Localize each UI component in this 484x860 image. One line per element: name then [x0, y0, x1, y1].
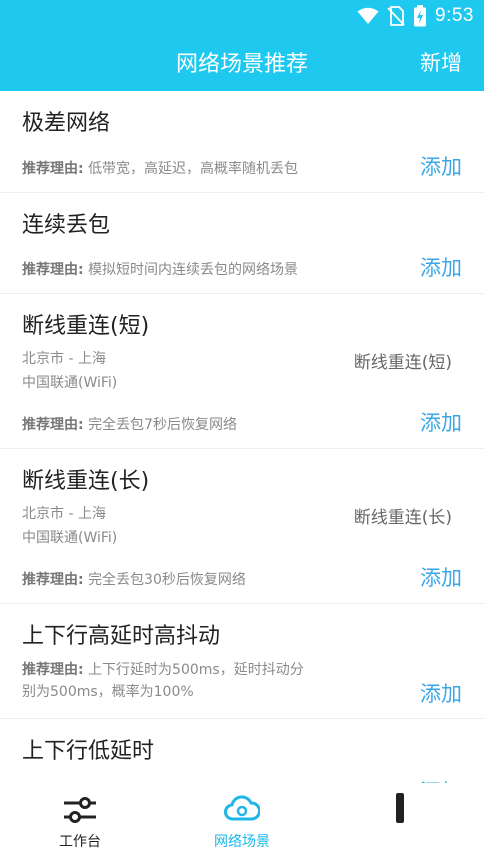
scenario-card: 上下行低延时 添加: [0, 719, 484, 783]
reason-label: 推荐理由:: [22, 262, 84, 278]
route-location: 北京市 - 上海: [22, 351, 106, 367]
scenario-reason: 推荐理由: 完全丢包7秒后恢复网络: [22, 414, 237, 436]
tab-workbench[interactable]: 工作台: [40, 783, 120, 860]
scenario-title: 连续丢包: [22, 213, 111, 238]
reason-text-line1: 上下行延时为500ms，延时抖动分: [88, 662, 304, 678]
scenario-reason: 推荐理由: 上下行延时为500ms，延时抖动分 别为500ms，概率为100%: [22, 659, 304, 703]
status-time: 9:53: [435, 5, 474, 26]
tab-label: 网络场景: [214, 834, 270, 850]
no-sim-icon: [387, 6, 405, 26]
reason-text: 模拟短时间内连续丢包的网络场景: [88, 262, 299, 278]
reason-text: 低带宽，高延迟，高概率随机丢包: [88, 161, 299, 177]
add-scenario-button[interactable]: 添加: [420, 252, 462, 282]
cloud-icon: [224, 795, 260, 821]
scenario-card: 连续丢包 推荐理由: 模拟短时间内连续丢包的网络场景 添加: [0, 193, 484, 294]
scenario-title: 上下行高延时高抖动: [22, 624, 221, 649]
scenario-card: 断线重连(短) 北京市 - 上海 中国联通(WiFi) 断线重连(短) 推荐理由…: [0, 294, 484, 449]
scenario-reason: 推荐理由: 模拟短时间内连续丢包的网络场景: [22, 259, 298, 281]
reason-text-line2: 别为500ms，概率为100%: [22, 684, 194, 700]
add-scenario-button[interactable]: 添加: [420, 151, 462, 181]
tab-label: 工作台: [59, 834, 101, 850]
scenario-card: 极差网络 推荐理由: 低带宽，高延迟，高概率随机丢包 添加: [0, 91, 484, 193]
add-scenario-button[interactable]: 添加: [420, 407, 462, 437]
scenario-type-tag: 断线重连(短): [353, 353, 452, 373]
scenario-list[interactable]: 极差网络 推荐理由: 低带宽，高延迟，高概率随机丢包 添加 连续丢包 推荐理由:…: [0, 91, 484, 783]
scenario-title: 断线重连(长): [22, 469, 150, 494]
bottom-tab-bar: 工作台 网络场景: [0, 783, 484, 860]
battery-icon: [414, 5, 427, 27]
wifi-icon: [357, 7, 379, 24]
status-icons: 9:53: [357, 4, 474, 28]
scenario-title: 上下行低延时: [22, 739, 155, 764]
tab-profile[interactable]: [370, 783, 430, 860]
tab-network-scenarios[interactable]: 网络场景: [192, 783, 292, 860]
reason-label: 推荐理由:: [22, 161, 84, 177]
scenario-reason: 推荐理由: 低带宽，高延迟，高概率随机丢包: [22, 158, 298, 180]
reason-label: 推荐理由:: [22, 662, 84, 678]
page-title: 网络场景推荐: [175, 52, 308, 77]
sliders-icon: [64, 797, 96, 823]
carrier-label: 中国联通(WiFi): [22, 375, 118, 391]
scenario-title: 极差网络: [22, 111, 111, 136]
reason-label: 推荐理由:: [22, 417, 84, 433]
route-location: 北京市 - 上海: [22, 506, 106, 522]
reason-text: 完全丢包30秒后恢复网络: [88, 572, 246, 588]
add-new-button[interactable]: 新增: [420, 47, 462, 77]
reason-text: 完全丢包7秒后恢复网络: [88, 417, 237, 433]
scenario-card: 上下行高延时高抖动 推荐理由: 上下行延时为500ms，延时抖动分 别为500m…: [0, 604, 484, 719]
add-scenario-button[interactable]: 添加: [420, 776, 462, 783]
reason-label: 推荐理由:: [22, 572, 84, 588]
scenario-type-tag: 断线重连(长): [353, 508, 452, 528]
add-scenario-button[interactable]: 添加: [420, 678, 462, 708]
scenario-title: 断线重连(短): [22, 314, 150, 339]
status-bar: 9:53: [0, 0, 484, 32]
add-scenario-button[interactable]: 添加: [420, 562, 462, 592]
app-bar: 网络场景推荐 新增: [0, 32, 484, 91]
scenario-card: 断线重连(长) 北京市 - 上海 中国联通(WiFi) 断线重连(长) 推荐理由…: [0, 449, 484, 604]
user-icon: [396, 793, 404, 823]
scenario-reason: 推荐理由: 完全丢包30秒后恢复网络: [22, 569, 246, 591]
carrier-label: 中国联通(WiFi): [22, 530, 118, 546]
